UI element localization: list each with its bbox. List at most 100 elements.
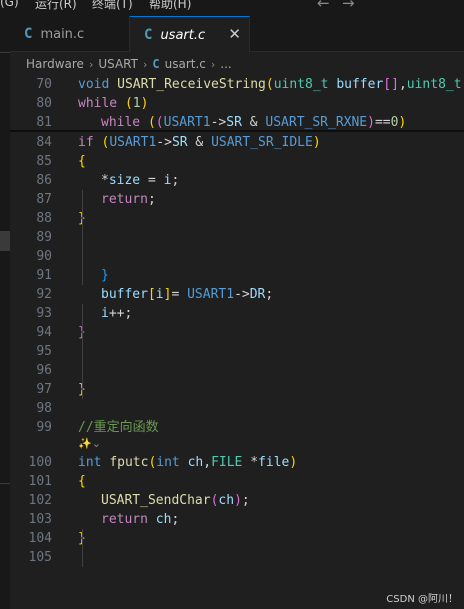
sticky-scroll-divider bbox=[10, 130, 464, 132]
line-number: 101 bbox=[28, 474, 52, 489]
code-line: 101 { bbox=[10, 472, 464, 491]
code-line: 85 { bbox=[10, 152, 464, 171]
code-token: = bbox=[140, 173, 164, 188]
code-token: = bbox=[171, 287, 188, 302]
code-line: 92 buffer[i]= USART1->DR; bbox=[10, 285, 464, 304]
sparkle-icon[interactable]: ✨⌄ bbox=[78, 437, 101, 450]
code-line: 100 int fputc(int ch,FILE *file) bbox=[10, 453, 464, 472]
menu-item-terminal[interactable]: 终端(T) bbox=[92, 0, 133, 12]
panel-divider bbox=[0, 52, 10, 53]
breadcrumb-file-usart-c[interactable]: usart.c bbox=[165, 57, 206, 71]
line-number: 102 bbox=[28, 493, 52, 508]
line-number: 97 bbox=[36, 382, 52, 397]
code-line: 86 *size = i; bbox=[10, 171, 464, 190]
code-token: file bbox=[258, 455, 290, 470]
menu-item-help[interactable]: 帮助(H) bbox=[149, 0, 191, 12]
code-token: ( bbox=[124, 96, 133, 111]
line-number: 85 bbox=[36, 154, 52, 169]
tab-label: main.c bbox=[40, 26, 85, 42]
code-token: ch bbox=[187, 455, 204, 470]
close-icon[interactable]: ✕ bbox=[228, 25, 241, 43]
line-number: 94 bbox=[36, 325, 52, 340]
code-line: 104} bbox=[10, 529, 464, 548]
code-token: & bbox=[187, 135, 212, 150]
tab-label: usart.c bbox=[160, 27, 206, 43]
code-token: return bbox=[101, 512, 156, 527]
line-number: 103 bbox=[28, 512, 52, 527]
code-line: 94} bbox=[10, 323, 464, 342]
code-line: 90 bbox=[10, 247, 464, 266]
code-token: ch bbox=[218, 493, 235, 508]
code-token: ++; bbox=[108, 306, 133, 321]
code-editor[interactable]: 70 void USART_ReceiveString(uint8_t buffe… bbox=[10, 75, 464, 609]
back-arrow-icon[interactable]: ← bbox=[317, 0, 330, 12]
code-line: 93 i++; bbox=[10, 304, 464, 323]
code-token: ; bbox=[171, 512, 180, 527]
code-line: 80 while (1) bbox=[10, 94, 464, 113]
breadcrumb-folder-hardware[interactable]: Hardware bbox=[26, 57, 84, 71]
chevron-right-icon: › bbox=[142, 57, 148, 71]
code-token: ; bbox=[171, 173, 180, 188]
code-token: i bbox=[155, 287, 164, 302]
code-text: return; bbox=[101, 190, 156, 209]
code-token: * bbox=[250, 455, 259, 470]
code-token: -> bbox=[156, 135, 172, 150]
panel-selection[interactable] bbox=[0, 231, 10, 251]
line-number: 92 bbox=[36, 287, 52, 302]
line-number: 70 bbox=[36, 77, 52, 92]
code-text: if (USART1->SR & USART_SR_IDLE) bbox=[78, 133, 321, 152]
code-line: 95 bbox=[10, 342, 464, 361]
line-number: 88 bbox=[36, 211, 52, 226]
code-line: 96 bbox=[10, 361, 464, 380]
code-token: int bbox=[156, 455, 188, 470]
forward-arrow-icon[interactable]: → bbox=[342, 0, 355, 12]
code-line: 98 bbox=[10, 399, 464, 418]
code-token: USART1 bbox=[187, 287, 235, 302]
line-number: 95 bbox=[36, 344, 52, 359]
code-token: [] bbox=[383, 77, 399, 92]
indent-guide bbox=[82, 304, 83, 399]
code-token: & bbox=[241, 115, 266, 130]
tab-main-c[interactable]: C main.c bbox=[10, 16, 130, 52]
line-number: 98 bbox=[36, 401, 52, 416]
code-token: ; bbox=[265, 287, 274, 302]
breadcrumb-folder-usart[interactable]: USART bbox=[98, 57, 138, 71]
code-token: ; bbox=[147, 192, 156, 207]
code-line: 87 return; bbox=[10, 190, 464, 209]
code-token: ) bbox=[398, 115, 407, 130]
watermark: CSDN @阿川！ bbox=[386, 594, 458, 605]
code-line: 88} bbox=[10, 209, 464, 228]
code-token: * bbox=[101, 173, 109, 188]
breadcrumb-symbols[interactable]: ... bbox=[220, 57, 231, 71]
menu-item-go[interactable]: (G) bbox=[0, 0, 19, 9]
code-token: fputc bbox=[109, 455, 149, 470]
code-token: if bbox=[78, 135, 102, 150]
code-token: USART_SR_IDLE bbox=[211, 135, 313, 150]
code-token: uint8_t bbox=[406, 77, 462, 92]
code-token: { bbox=[78, 474, 86, 489]
indent-guide bbox=[82, 190, 83, 285]
c-file-icon: C bbox=[24, 26, 33, 42]
code-line: 97} bbox=[10, 380, 464, 399]
code-text: while (1) bbox=[78, 94, 148, 113]
code-token: USART_SR_RXNE bbox=[265, 115, 368, 130]
chevron-right-icon: › bbox=[88, 57, 94, 71]
chevron-right-icon: › bbox=[210, 57, 216, 71]
indent-guide bbox=[82, 529, 83, 567]
code-token: ch bbox=[155, 512, 172, 527]
code-line: 84 if (USART1->SR & USART_SR_IDLE) bbox=[10, 133, 464, 152]
code-token: -> bbox=[210, 115, 227, 130]
code-token: 1 bbox=[132, 96, 141, 111]
code-text: //重定向函数 bbox=[78, 418, 159, 437]
tab-usart-c[interactable]: C usart.c ✕ bbox=[130, 16, 250, 53]
code-token: ; bbox=[241, 493, 250, 508]
code-token: buffer bbox=[101, 287, 148, 302]
line-number: 100 bbox=[28, 455, 52, 470]
code-token: //重定向函数 bbox=[78, 420, 159, 435]
code-text: void USART_ReceiveString(uint8_t buffer[… bbox=[78, 75, 462, 94]
breadcrumb: Hardware › USART › C usart.c › ... bbox=[10, 53, 464, 75]
code-text: { bbox=[78, 472, 86, 491]
menu-item-run[interactable]: 运行(R) bbox=[35, 0, 77, 12]
line-number: 86 bbox=[36, 173, 52, 188]
code-text: buffer[i]= USART1->DR; bbox=[101, 285, 273, 304]
